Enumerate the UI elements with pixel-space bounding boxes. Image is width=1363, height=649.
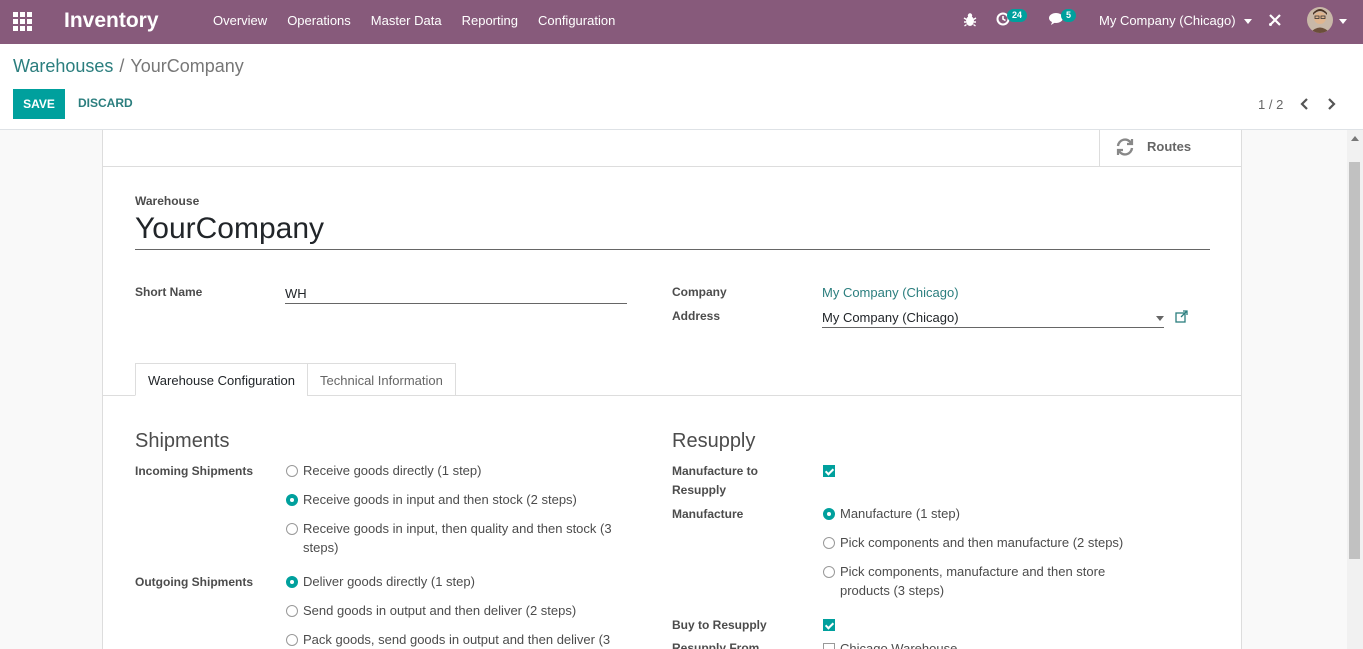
short-name-input[interactable]: WH xyxy=(285,286,307,301)
save-button[interactable]: SAVE xyxy=(13,89,65,119)
notebook-tabs: Warehouse Configuration Technical Inform… xyxy=(103,363,1241,396)
address-select[interactable]: My Company (Chicago) xyxy=(822,310,959,325)
outgoing-option-3-label[interactable]: Pack goods, send goods in output and the… xyxy=(303,630,610,649)
resupply-from-checkbox[interactable] xyxy=(823,643,835,649)
refresh-icon xyxy=(1114,136,1136,161)
outgoing-option-2-radio[interactable] xyxy=(286,605,298,617)
buy-to-resupply-checkbox[interactable] xyxy=(823,619,835,631)
routes-button[interactable]: Routes xyxy=(1099,130,1241,167)
manufacture-option-2-label[interactable]: Pick components and then manufacture (2 … xyxy=(840,533,1123,552)
manufacture-option-2-radio[interactable] xyxy=(823,537,835,549)
short-name-label: Short Name xyxy=(135,285,203,299)
chevron-down-icon[interactable] xyxy=(1156,316,1164,321)
apps-menu-icon[interactable] xyxy=(13,12,33,32)
breadcrumb-separator: / xyxy=(119,56,125,76)
bug-icon[interactable] xyxy=(963,12,977,31)
outgoing-option-1-label[interactable]: Deliver goods directly (1 step) xyxy=(303,572,475,591)
menu-overview[interactable]: Overview xyxy=(213,13,267,28)
menu-reporting[interactable]: Reporting xyxy=(462,13,518,28)
short-name-underline xyxy=(285,303,627,304)
page-scrollbar[interactable] xyxy=(1347,130,1363,649)
manufacture-label: Manufacture xyxy=(672,507,744,521)
incoming-option-3-label-cont[interactable]: steps) xyxy=(303,538,338,557)
manufacture-option-3-label-cont[interactable]: products (3 steps) xyxy=(840,581,944,600)
outgoing-option-2-label[interactable]: Send goods in output and then deliver (2… xyxy=(303,601,576,620)
top-navbar: Inventory Overview Operations Master Dat… xyxy=(0,0,1363,44)
company-switcher[interactable]: My Company (Chicago) xyxy=(1099,13,1252,28)
activity-count-badge: 24 xyxy=(1007,9,1028,22)
external-link-icon[interactable] xyxy=(1175,310,1188,326)
menu-operations[interactable]: Operations xyxy=(287,13,351,28)
manufacture-option-1-label[interactable]: Manufacture (1 step) xyxy=(840,504,960,523)
incoming-shipments-label: Incoming Shipments xyxy=(135,464,254,478)
breadcrumb-current: YourCompany xyxy=(130,56,244,76)
activity-clock-icon[interactable]: 24 xyxy=(996,9,1028,29)
control-panel: Warehouses / YourCompany SAVE DISCARD 1 / … xyxy=(0,44,1363,130)
scroll-thumb[interactable] xyxy=(1349,162,1360,559)
outgoing-shipments-label: Outgoing Shipments xyxy=(135,575,253,589)
address-underline xyxy=(822,327,1164,328)
manufacture-to-resupply-checkbox[interactable] xyxy=(823,465,835,477)
chevron-down-icon xyxy=(1243,19,1252,25)
app-name[interactable]: Inventory xyxy=(64,9,159,33)
form-sheet: Routes Warehouse YourCompany Short Name … xyxy=(102,130,1242,649)
resupply-from-label: Resupply From xyxy=(672,641,760,649)
company-switcher-label: My Company (Chicago) xyxy=(1099,13,1236,28)
warehouse-label: Warehouse xyxy=(135,194,200,208)
breadcrumb-warehouses[interactable]: Warehouses xyxy=(13,56,113,76)
pager-previous-icon[interactable] xyxy=(1298,96,1312,112)
main-menu: Overview Operations Master Data Reportin… xyxy=(213,13,635,28)
incoming-option-1-label[interactable]: Receive goods directly (1 step) xyxy=(303,461,481,480)
company-link[interactable]: My Company (Chicago) xyxy=(822,285,959,300)
user-menu-caret-icon[interactable] xyxy=(1339,19,1347,24)
incoming-option-3-label[interactable]: Receive goods in input, then quality and… xyxy=(303,519,612,538)
warehouse-name-input[interactable]: YourCompany xyxy=(135,212,1210,250)
menu-configuration[interactable]: Configuration xyxy=(538,13,615,28)
manufacture-option-3-radio[interactable] xyxy=(823,566,835,578)
resupply-title: Resupply xyxy=(672,430,756,452)
company-label: Company xyxy=(672,285,727,299)
message-count-badge: 5 xyxy=(1061,9,1077,22)
button-box: Routes xyxy=(103,130,1241,167)
manufacture-to-resupply-label-cont: Resupply xyxy=(672,483,727,497)
user-avatar[interactable] xyxy=(1307,7,1333,33)
outgoing-option-3-radio[interactable] xyxy=(286,634,298,646)
discard-button[interactable]: DISCARD xyxy=(78,96,133,110)
manufacture-to-resupply-label: Manufacture to xyxy=(672,464,759,478)
tab-warehouse-configuration[interactable]: Warehouse Configuration xyxy=(135,363,308,396)
incoming-option-2-label[interactable]: Receive goods in input and then stock (2… xyxy=(303,490,577,509)
pager-next-icon[interactable] xyxy=(1326,96,1340,112)
pager-value[interactable]: 1 / 2 xyxy=(1258,97,1283,112)
scroll-up-arrow-icon[interactable] xyxy=(1351,136,1359,141)
breadcrumb: Warehouses / YourCompany xyxy=(13,56,244,77)
buy-to-resupply-label: Buy to Resupply xyxy=(672,618,767,632)
resupply-from-option-label[interactable]: Chicago Warehouse xyxy=(840,639,957,649)
tools-icon[interactable] xyxy=(1268,13,1282,30)
messages-icon[interactable]: 5 xyxy=(1049,9,1077,29)
incoming-option-2-radio[interactable] xyxy=(286,494,298,506)
incoming-option-3-radio[interactable] xyxy=(286,523,298,535)
routes-label: Routes xyxy=(1147,139,1192,154)
incoming-option-1-radio[interactable] xyxy=(286,465,298,477)
tab-technical-information[interactable]: Technical Information xyxy=(307,363,456,396)
outgoing-option-1-radio[interactable] xyxy=(286,576,298,588)
menu-master-data[interactable]: Master Data xyxy=(371,13,442,28)
manufacture-option-1-radio[interactable] xyxy=(823,508,835,520)
manufacture-option-3-label[interactable]: Pick components, manufacture and then st… xyxy=(840,562,1105,581)
address-label: Address xyxy=(672,309,721,323)
shipments-title: Shipments xyxy=(135,430,230,452)
